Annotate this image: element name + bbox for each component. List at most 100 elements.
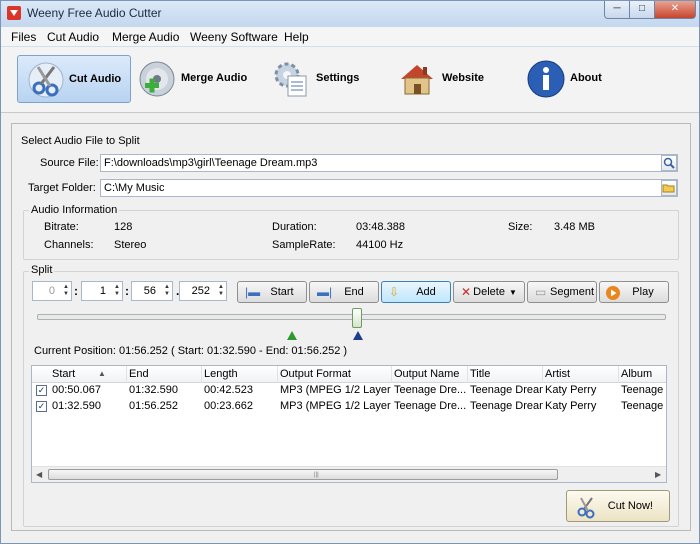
end-button-label: End — [344, 286, 364, 298]
column-album[interactable]: Album — [621, 368, 652, 380]
add-button[interactable]: ⇩ Add — [381, 281, 451, 303]
samplerate-label: SampleRate: — [272, 239, 336, 251]
settings-gear-icon — [274, 62, 307, 97]
cell-end: 01:32.590 — [129, 384, 178, 396]
cell-artist: Katy Perry — [545, 400, 597, 412]
cell-album: Teenage D — [621, 400, 666, 412]
minimize-button[interactable]: ─ — [604, 1, 630, 19]
menu-bar: Files Cut Audio Merge Audio Weeny Softwa… — [1, 27, 699, 47]
menu-cut-audio[interactable]: Cut Audio — [47, 30, 99, 44]
seconds-spinner[interactable]: 56 ▲ ▼ — [131, 281, 173, 301]
position-slider-thumb[interactable] — [352, 308, 362, 328]
maximize-button[interactable]: □ — [629, 1, 655, 19]
scissors-icon — [28, 62, 64, 98]
start-marker — [287, 331, 297, 340]
channels-label: Channels: — [44, 239, 94, 251]
scroll-left-icon[interactable]: ◀ — [36, 470, 42, 479]
row-checkbox[interactable]: ✓ — [36, 385, 47, 396]
size-label: Size: — [508, 221, 533, 233]
column-artist[interactable]: Artist — [545, 368, 570, 380]
duration-value: 03:48.388 — [356, 221, 405, 233]
scroll-right-icon[interactable]: ▶ — [655, 470, 661, 479]
horizontal-scrollbar[interactable]: ◀ ||| ▶ — [32, 466, 666, 482]
milliseconds-value: 252 — [191, 285, 210, 297]
play-button[interactable]: Play — [599, 281, 669, 303]
scrollbar-thumb[interactable]: ||| — [48, 469, 558, 480]
audio-information-title: Audio Information — [29, 204, 120, 216]
menu-files[interactable]: Files — [11, 30, 36, 44]
bitrate-label: Bitrate: — [44, 221, 79, 233]
scissors-icon — [577, 497, 595, 519]
column-length[interactable]: Length — [204, 368, 238, 380]
end-button[interactable]: ▬| End — [309, 281, 379, 303]
window-title: Weeny Free Audio Cutter — [27, 6, 162, 20]
milliseconds-spinner[interactable]: 252 ▲ ▼ — [179, 281, 227, 301]
cd-merge-icon — [139, 61, 175, 97]
time-separator: : — [74, 284, 78, 298]
row-checkbox[interactable]: ✓ — [36, 401, 47, 412]
settings-button[interactable]: Settings — [271, 55, 371, 103]
cell-length: 00:42.523 — [204, 384, 253, 396]
cut-now-button[interactable]: Cut Now! — [566, 490, 670, 522]
close-button[interactable]: ✕ — [654, 1, 696, 19]
title-bar[interactable]: Weeny Free Audio Cutter ─ □ ✕ — [1, 1, 699, 27]
samplerate-value: 44100 Hz — [356, 239, 404, 251]
segments-list[interactable]: Start ▲ End Length Output Format Output … — [31, 365, 667, 483]
source-file-label: Source File: — [40, 157, 99, 169]
spinner-arrows-icon[interactable]: ▲ ▼ — [114, 284, 120, 298]
cut-audio-label: Cut Audio — [69, 73, 122, 85]
app-window: Weeny Free Audio Cutter ─ □ ✕ Files Cut … — [0, 0, 700, 544]
spinner-arrows-icon[interactable]: ▲ ▼ — [164, 284, 170, 298]
minutes-spinner[interactable]: 1 ▲ ▼ — [81, 281, 123, 301]
about-button[interactable]: About — [526, 55, 626, 103]
table-row[interactable]: ✓ 01:32.590 01:56.252 00:23.662 MP3 (MPE… — [32, 399, 666, 415]
cell-output-format: MP3 (MPEG 1/2 Layer 3) — [280, 384, 392, 396]
source-file-field[interactable]: F:\downloads\mp3\girl\Teenage Dream.mp3 — [100, 154, 678, 172]
cut-now-label: Cut Now! — [607, 500, 653, 512]
cell-output-format: MP3 (MPEG 1/2 Layer 3) — [280, 400, 392, 412]
cell-output-name: Teenage Dre... — [394, 400, 467, 412]
start-button-label: Start — [270, 286, 294, 298]
settings-label: Settings — [316, 72, 360, 84]
merge-audio-button[interactable]: Merge Audio — [137, 55, 257, 103]
channels-value: Stereo — [114, 239, 147, 251]
table-row[interactable]: ✓ 00:50.067 01:32.590 00:42.523 MP3 (MPE… — [32, 383, 666, 399]
minutes-value: 1 — [99, 285, 106, 297]
target-folder-field[interactable]: C:\My Music — [100, 179, 678, 197]
browse-source-button[interactable] — [661, 155, 677, 171]
start-button[interactable]: |▬ Start — [237, 281, 307, 303]
hours-value: 0 — [48, 285, 55, 297]
end-marker-icon: ▬| — [317, 285, 333, 299]
end-marker — [353, 331, 363, 340]
select-file-heading: Select Audio File to Split — [21, 135, 140, 147]
browse-folder-button[interactable] — [661, 180, 677, 196]
column-output-format[interactable]: Output Format — [280, 368, 351, 380]
spinner-arrows-icon[interactable]: ▲ ▼ — [63, 284, 69, 298]
delete-x-icon: ✕ — [461, 285, 472, 299]
column-start[interactable]: Start — [52, 368, 75, 380]
current-position-text: Current Position: 01:56.252 ( Start: 01:… — [34, 345, 348, 357]
segment-button[interactable]: ▭ Segment — [527, 281, 597, 303]
website-button[interactable]: Website — [397, 55, 497, 103]
toolbar: Cut Audio Merge Audio Settings Website A… — [1, 47, 699, 113]
cell-album: Teenage D — [621, 384, 666, 396]
column-title[interactable]: Title — [470, 368, 490, 380]
cell-title: Teenage Dream — [470, 384, 543, 396]
menu-merge-audio[interactable]: Merge Audio — [112, 30, 179, 44]
add-button-label: Add — [416, 286, 436, 298]
hours-spinner[interactable]: 0 ▲ ▼ — [32, 281, 72, 301]
cut-audio-button[interactable]: Cut Audio — [17, 55, 131, 103]
menu-weeny-software[interactable]: Weeny Software — [190, 30, 278, 44]
play-button-label: Play — [632, 286, 654, 298]
menu-help[interactable]: Help — [284, 30, 309, 44]
spinner-arrows-icon[interactable]: ▲ ▼ — [218, 284, 224, 298]
column-end[interactable]: End — [129, 368, 149, 380]
time-separator: : — [125, 284, 129, 298]
delete-button[interactable]: ✕ Delete ▼ — [453, 281, 525, 303]
segments-list-header: Start ▲ End Length Output Format Output … — [32, 366, 666, 383]
folder-icon — [662, 184, 675, 193]
column-output-name[interactable]: Output Name — [394, 368, 459, 380]
cell-start: 01:32.590 — [52, 400, 101, 412]
audio-information-group — [23, 210, 679, 260]
info-icon — [527, 60, 565, 98]
